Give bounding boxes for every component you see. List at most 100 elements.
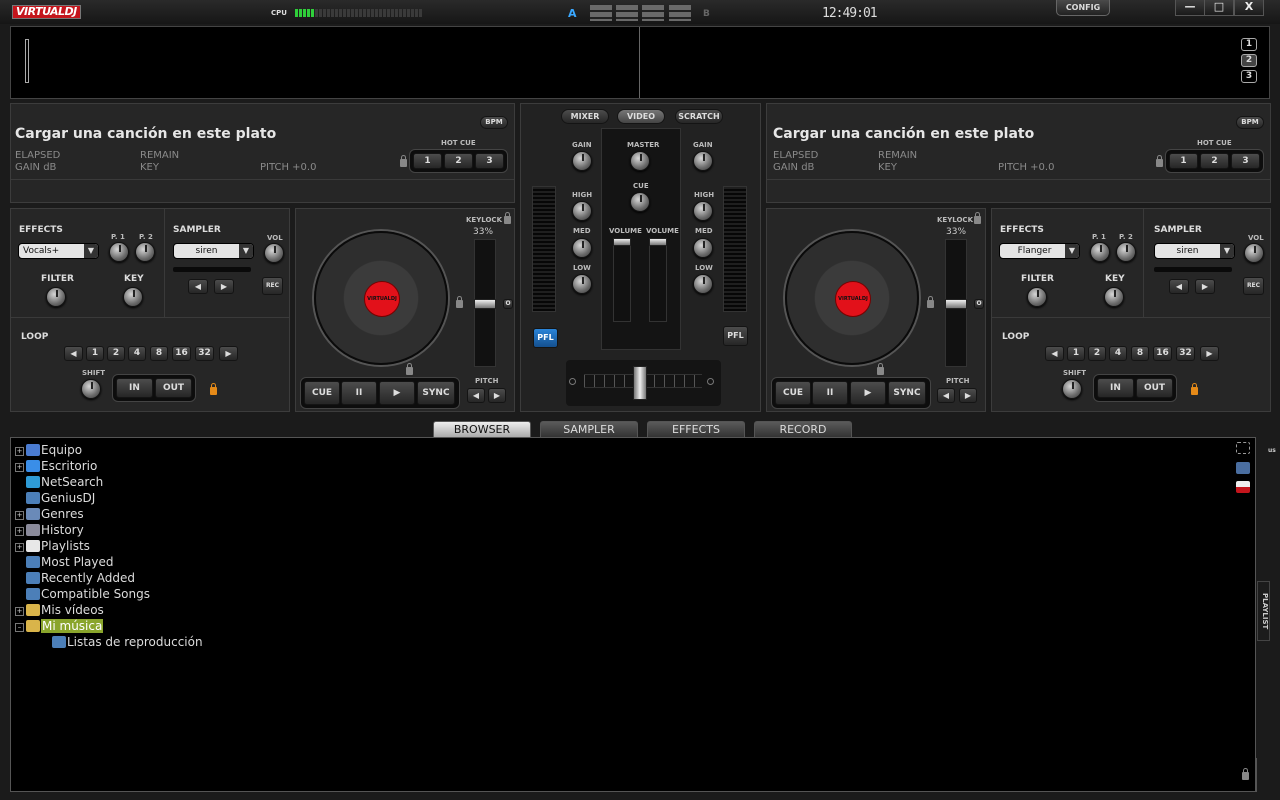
deck-left-hotcue-3[interactable]: 3 — [475, 153, 504, 169]
tree-item[interactable]: + Mis vídeos — [15, 602, 104, 618]
add-filter-folder-icon[interactable] — [1236, 462, 1250, 474]
platter-lock-icon[interactable] — [456, 296, 463, 308]
add-virtual-folder-icon[interactable] — [1236, 442, 1250, 454]
filter-knob[interactable] — [1027, 287, 1047, 307]
volume-fader-left-thumb[interactable] — [613, 238, 631, 246]
expand-icon[interactable]: + — [15, 463, 24, 472]
tree-item[interactable]: + Escritorio — [15, 458, 97, 474]
pitch-down-button[interactable]: ◀ — [467, 388, 485, 403]
effect-p2-knob[interactable] — [1116, 242, 1136, 262]
keylock-lock-icon[interactable] — [504, 212, 511, 224]
deck-right-hotcue-1[interactable]: 1 — [1169, 153, 1198, 169]
sampler-rec-button[interactable]: REC — [1243, 277, 1264, 295]
pitch-reset-button[interactable]: O — [974, 299, 984, 309]
layout-button-2[interactable] — [616, 5, 638, 21]
scratch-lock-icon[interactable] — [877, 363, 884, 375]
waveform-display[interactable]: 1 2 3 — [10, 26, 1270, 99]
tree-item[interactable]: GeniusDJ — [15, 490, 95, 506]
wave-deck-3-button[interactable]: 3 — [1241, 70, 1257, 83]
loop-lock-icon[interactable] — [210, 383, 217, 395]
video-tab[interactable]: VIDEO — [617, 109, 665, 124]
high-left-knob[interactable] — [572, 201, 592, 221]
loop-1-button[interactable]: 1 — [1067, 346, 1085, 361]
jog-wheel-right[interactable]: VIRTUALDJ — [785, 231, 919, 365]
sampler-next-button[interactable]: ▶ — [214, 279, 234, 294]
wave-deck-1-button[interactable]: 1 — [1241, 38, 1257, 51]
sample-select[interactable]: siren ▼ — [173, 243, 254, 259]
deck-right-bpm-button[interactable]: BPM — [1236, 116, 1264, 129]
layout-button-4[interactable] — [669, 5, 691, 21]
loop-2-button[interactable]: 2 — [107, 346, 125, 361]
pitch-down-button[interactable]: ◀ — [937, 388, 955, 403]
volume-fader-left[interactable] — [613, 238, 631, 322]
crossfader-thumb[interactable] — [633, 366, 647, 400]
deck-right-hotcue-3[interactable]: 3 — [1231, 153, 1260, 169]
gain-right-knob[interactable] — [693, 151, 713, 171]
loop-32-button[interactable]: 32 — [1176, 346, 1195, 361]
tree-item[interactable]: + Playlists — [15, 538, 90, 554]
jog-wheel-left[interactable]: VIRTUALDJ — [314, 231, 448, 365]
wave-deck-2-button[interactable]: 2 — [1241, 54, 1257, 67]
tree-item[interactable]: – Mi música — [15, 618, 104, 634]
tab-browser[interactable]: BROWSER — [433, 421, 531, 437]
loop-out-button[interactable]: OUT — [1136, 378, 1173, 398]
layout-button-3[interactable] — [642, 5, 664, 21]
config-button[interactable]: CONFIG — [1056, 0, 1110, 16]
maximize-button[interactable]: □ — [1204, 0, 1234, 16]
loop-8-button[interactable]: 8 — [1131, 346, 1149, 361]
sampler-prev-button[interactable]: ◀ — [1169, 279, 1189, 294]
loop-32-button[interactable]: 32 — [195, 346, 214, 361]
sampler-next-button[interactable]: ▶ — [1195, 279, 1215, 294]
sample-select[interactable]: siren ▼ — [1154, 243, 1235, 259]
tab-record[interactable]: RECORD — [754, 421, 852, 437]
cue-mix-knob[interactable] — [630, 192, 650, 212]
scratch-lock-icon[interactable] — [406, 363, 413, 375]
loop-4-button[interactable]: 4 — [1109, 346, 1127, 361]
effect-p2-knob[interactable] — [135, 242, 155, 262]
play-button[interactable]: ▶ — [850, 381, 886, 405]
loop-8-button[interactable]: 8 — [150, 346, 168, 361]
pause-button[interactable]: II — [341, 381, 377, 405]
med-right-knob[interactable] — [693, 238, 713, 258]
loop-next-button[interactable]: ▶ — [219, 346, 238, 361]
platter-lock-icon[interactable] — [927, 296, 934, 308]
browser-panel[interactable]: + Equipo + Escritorio NetSearch GeniusDJ + Genr… — [10, 437, 1257, 792]
loop-prev-button[interactable]: ◀ — [1045, 346, 1064, 361]
sampler-prev-button[interactable]: ◀ — [188, 279, 208, 294]
close-button[interactable]: X — [1234, 0, 1264, 16]
key-knob[interactable] — [123, 287, 143, 307]
expand-icon[interactable]: + — [15, 447, 24, 456]
pitch-slider-thumb[interactable] — [945, 299, 967, 309]
tree-item[interactable]: Most Played — [15, 554, 114, 570]
volume-fader-right-thumb[interactable] — [649, 238, 667, 246]
pfl-right-button[interactable]: PFL — [723, 326, 748, 346]
pfl-left-button[interactable]: PFL — [533, 328, 558, 348]
pitch-slider-thumb[interactable] — [474, 299, 496, 309]
expand-icon[interactable]: + — [15, 511, 24, 520]
tab-sampler[interactable]: SAMPLER — [540, 421, 638, 437]
deck-left-bpm-button[interactable]: BPM — [480, 116, 508, 129]
layout-button-1[interactable] — [590, 5, 612, 21]
tree-item[interactable]: Recently Added — [15, 570, 135, 586]
high-right-knob[interactable] — [693, 201, 713, 221]
loop-shift-knob[interactable] — [1062, 379, 1082, 399]
tree-item[interactable]: NetSearch — [15, 474, 103, 490]
mixer-tab[interactable]: MIXER — [561, 109, 609, 124]
scratch-tab[interactable]: SCRATCH — [675, 109, 723, 124]
sampler-vol-knob[interactable] — [264, 243, 284, 263]
cue-button[interactable]: CUE — [775, 381, 811, 405]
hotcue-lock-icon[interactable] — [1156, 155, 1163, 167]
loop-lock-icon[interactable] — [1191, 383, 1198, 395]
loop-16-button[interactable]: 16 — [172, 346, 191, 361]
tree-item[interactable]: + Equipo — [15, 442, 82, 458]
tree-item[interactable]: Compatible Songs — [15, 586, 150, 602]
loop-2-button[interactable]: 2 — [1088, 346, 1106, 361]
tree-item[interactable]: Listas de reproducción — [41, 634, 203, 650]
volume-fader-right[interactable] — [649, 238, 667, 322]
loop-1-button[interactable]: 1 — [86, 346, 104, 361]
playlist-side-tab[interactable]: PLAYLIST — [1257, 581, 1270, 641]
loop-16-button[interactable]: 16 — [1153, 346, 1172, 361]
med-left-knob[interactable] — [572, 238, 592, 258]
loop-in-button[interactable]: IN — [1097, 378, 1134, 398]
effect-p1-knob[interactable] — [109, 242, 129, 262]
